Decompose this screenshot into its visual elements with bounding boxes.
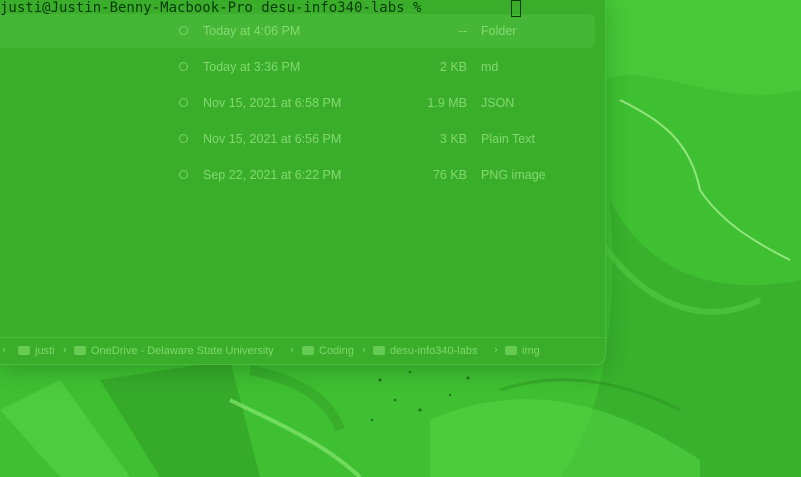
path-item-onedrive[interactable]: OneDrive - Delaware State University: [74, 345, 274, 357]
path-item-desu-info340-labs[interactable]: desu-info340-labs: [373, 345, 477, 357]
path-separator: ›: [290, 344, 294, 356]
path-item-img[interactable]: img: [505, 345, 540, 357]
file-row[interactable]: Today at 3:36 PM 2 KB md: [0, 50, 595, 84]
path-separator: ›: [2, 344, 6, 356]
path-item-label: OneDrive - Delaware State University: [91, 345, 274, 357]
icloud-status-icon: [179, 134, 188, 143]
file-kind: Folder: [481, 24, 517, 38]
icloud-status-icon: [179, 98, 188, 107]
file-kind: PNG image: [481, 168, 546, 182]
file-kind: md: [481, 60, 499, 74]
date-modified: Nov 15, 2021 at 6:58 PM: [203, 96, 342, 110]
path-separator: ›: [63, 344, 67, 356]
folder-icon: [373, 346, 385, 355]
path-item-label: justi: [35, 345, 55, 357]
path-bar: › justi › OneDrive - Delaware State Univ…: [0, 337, 605, 364]
file-size: 3 KB: [439, 132, 467, 146]
icloud-status-icon: [179, 170, 188, 179]
folder-icon: [18, 346, 30, 355]
file-kind: JSON: [481, 96, 515, 110]
path-item-label: desu-info340-labs: [390, 345, 478, 357]
file-size: 76 KB: [432, 168, 467, 182]
file-size: 2 KB: [439, 60, 467, 74]
finder-window: Today at 4:06 PM -- Folder Today at 3:36…: [0, 0, 606, 365]
date-modified: Sep 22, 2021 at 6:22 PM: [203, 168, 342, 182]
date-modified: Today at 3:36 PM: [203, 60, 301, 74]
path-item-label: Coding: [319, 345, 354, 357]
folder-icon: [505, 346, 517, 355]
path-item-justi[interactable]: justi: [18, 345, 55, 357]
terminal-prompt-text: justi@Justin-Benny-Macbook-Pro desu-info…: [0, 0, 422, 16]
path-separator: ›: [494, 344, 498, 356]
path-item-label: img: [522, 345, 540, 357]
file-size: --: [458, 24, 467, 38]
date-modified: Today at 4:06 PM: [203, 24, 301, 38]
date-modified: Nov 15, 2021 at 6:56 PM: [203, 132, 342, 146]
folder-icon: [74, 346, 86, 355]
icloud-status-icon: [179, 26, 188, 35]
file-size: 1.9 MB: [427, 96, 467, 110]
path-item-coding[interactable]: Coding: [302, 345, 354, 357]
icloud-status-icon: [179, 62, 188, 71]
folder-icon: [302, 346, 314, 355]
terminal-cursor: [511, 0, 521, 17]
file-row[interactable]: Sep 22, 2021 at 6:22 PM 76 KB PNG image: [0, 158, 595, 192]
file-row[interactable]: Today at 4:06 PM -- Folder: [0, 14, 595, 48]
path-separator: ›: [362, 344, 366, 356]
file-kind: Plain Text: [481, 132, 535, 146]
file-row[interactable]: Nov 15, 2021 at 6:58 PM 1.9 MB JSON: [0, 86, 595, 120]
terminal-prompt[interactable]: justi@Justin-Benny-Macbook-Pro desu-info…: [0, 0, 421, 18]
file-row[interactable]: Nov 15, 2021 at 6:56 PM 3 KB Plain Text: [0, 122, 595, 156]
